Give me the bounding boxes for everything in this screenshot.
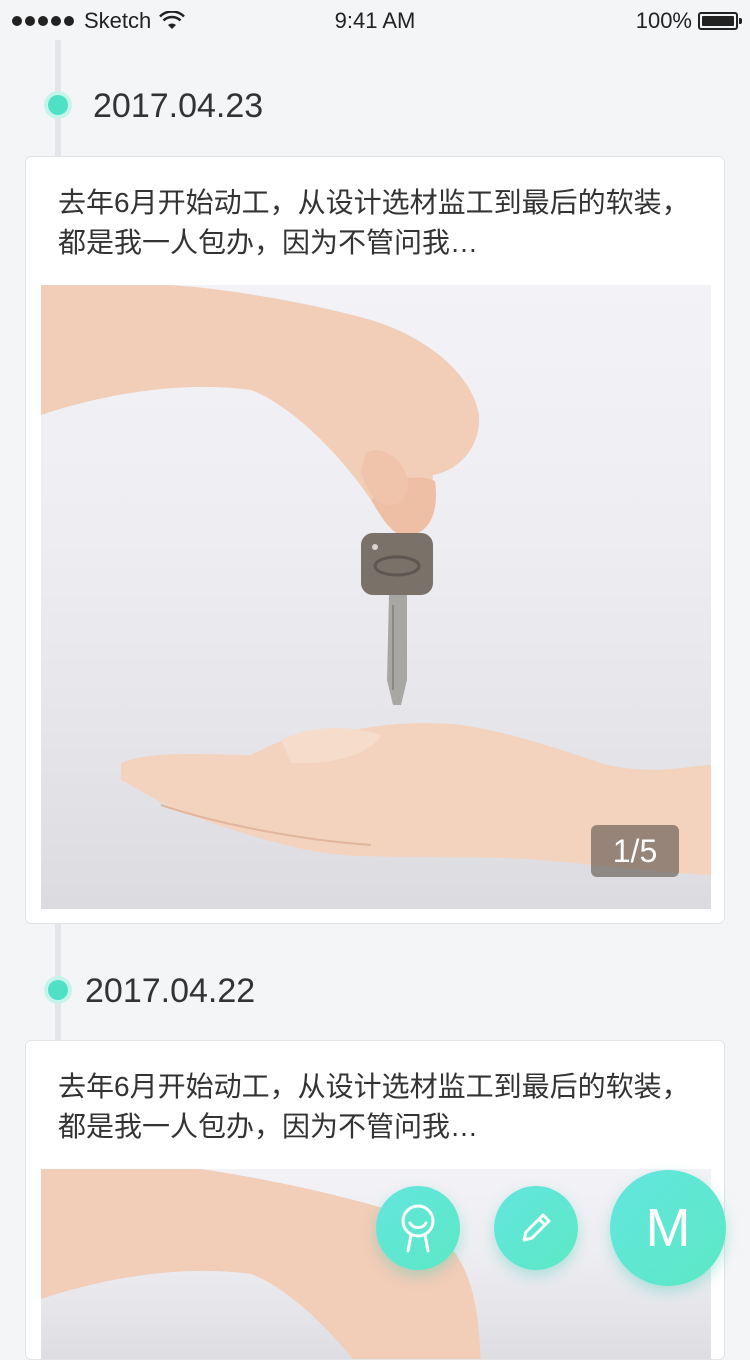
timeline-dot	[48, 95, 68, 115]
hands-with-key-image	[41, 285, 711, 875]
status-bar: Sketch 9:41 AM 100%	[0, 0, 750, 40]
timeline-card[interactable]: 去年6月开始动工，从设计选材监工到最后的软装，都是我一人包办，因为不管问我… 1…	[25, 156, 725, 924]
entry-date: 2017.04.23	[93, 87, 264, 125]
entry-text: 去年6月开始动工，从设计选材监工到最后的软装，都是我一人包办，因为不管问我…	[58, 187, 690, 258]
status-right: 100%	[635, 8, 742, 34]
entry-text: 去年6月开始动工，从设计选材监工到最后的软装，都是我一人包办，因为不管问我…	[58, 1071, 690, 1142]
battery-icon	[698, 12, 742, 30]
timeline-dot	[48, 980, 68, 1000]
battery-percent: 100%	[635, 8, 692, 33]
entry-photo[interactable]	[41, 1169, 711, 1359]
entry-photo[interactable]: 1/5	[41, 285, 711, 909]
person-icon	[401, 1204, 435, 1253]
menu-fab-label: M	[645, 1198, 691, 1258]
entry-date: 2017.04.22	[85, 972, 256, 1010]
hands-with-key-image	[41, 1169, 481, 1359]
pencil-icon	[522, 1213, 551, 1242]
profile-fab-button[interactable]	[376, 1186, 460, 1270]
edit-fab-button[interactable]	[494, 1186, 578, 1270]
menu-fab-button[interactable]: M	[610, 1170, 726, 1286]
photo-counter: 1/5	[591, 825, 679, 877]
